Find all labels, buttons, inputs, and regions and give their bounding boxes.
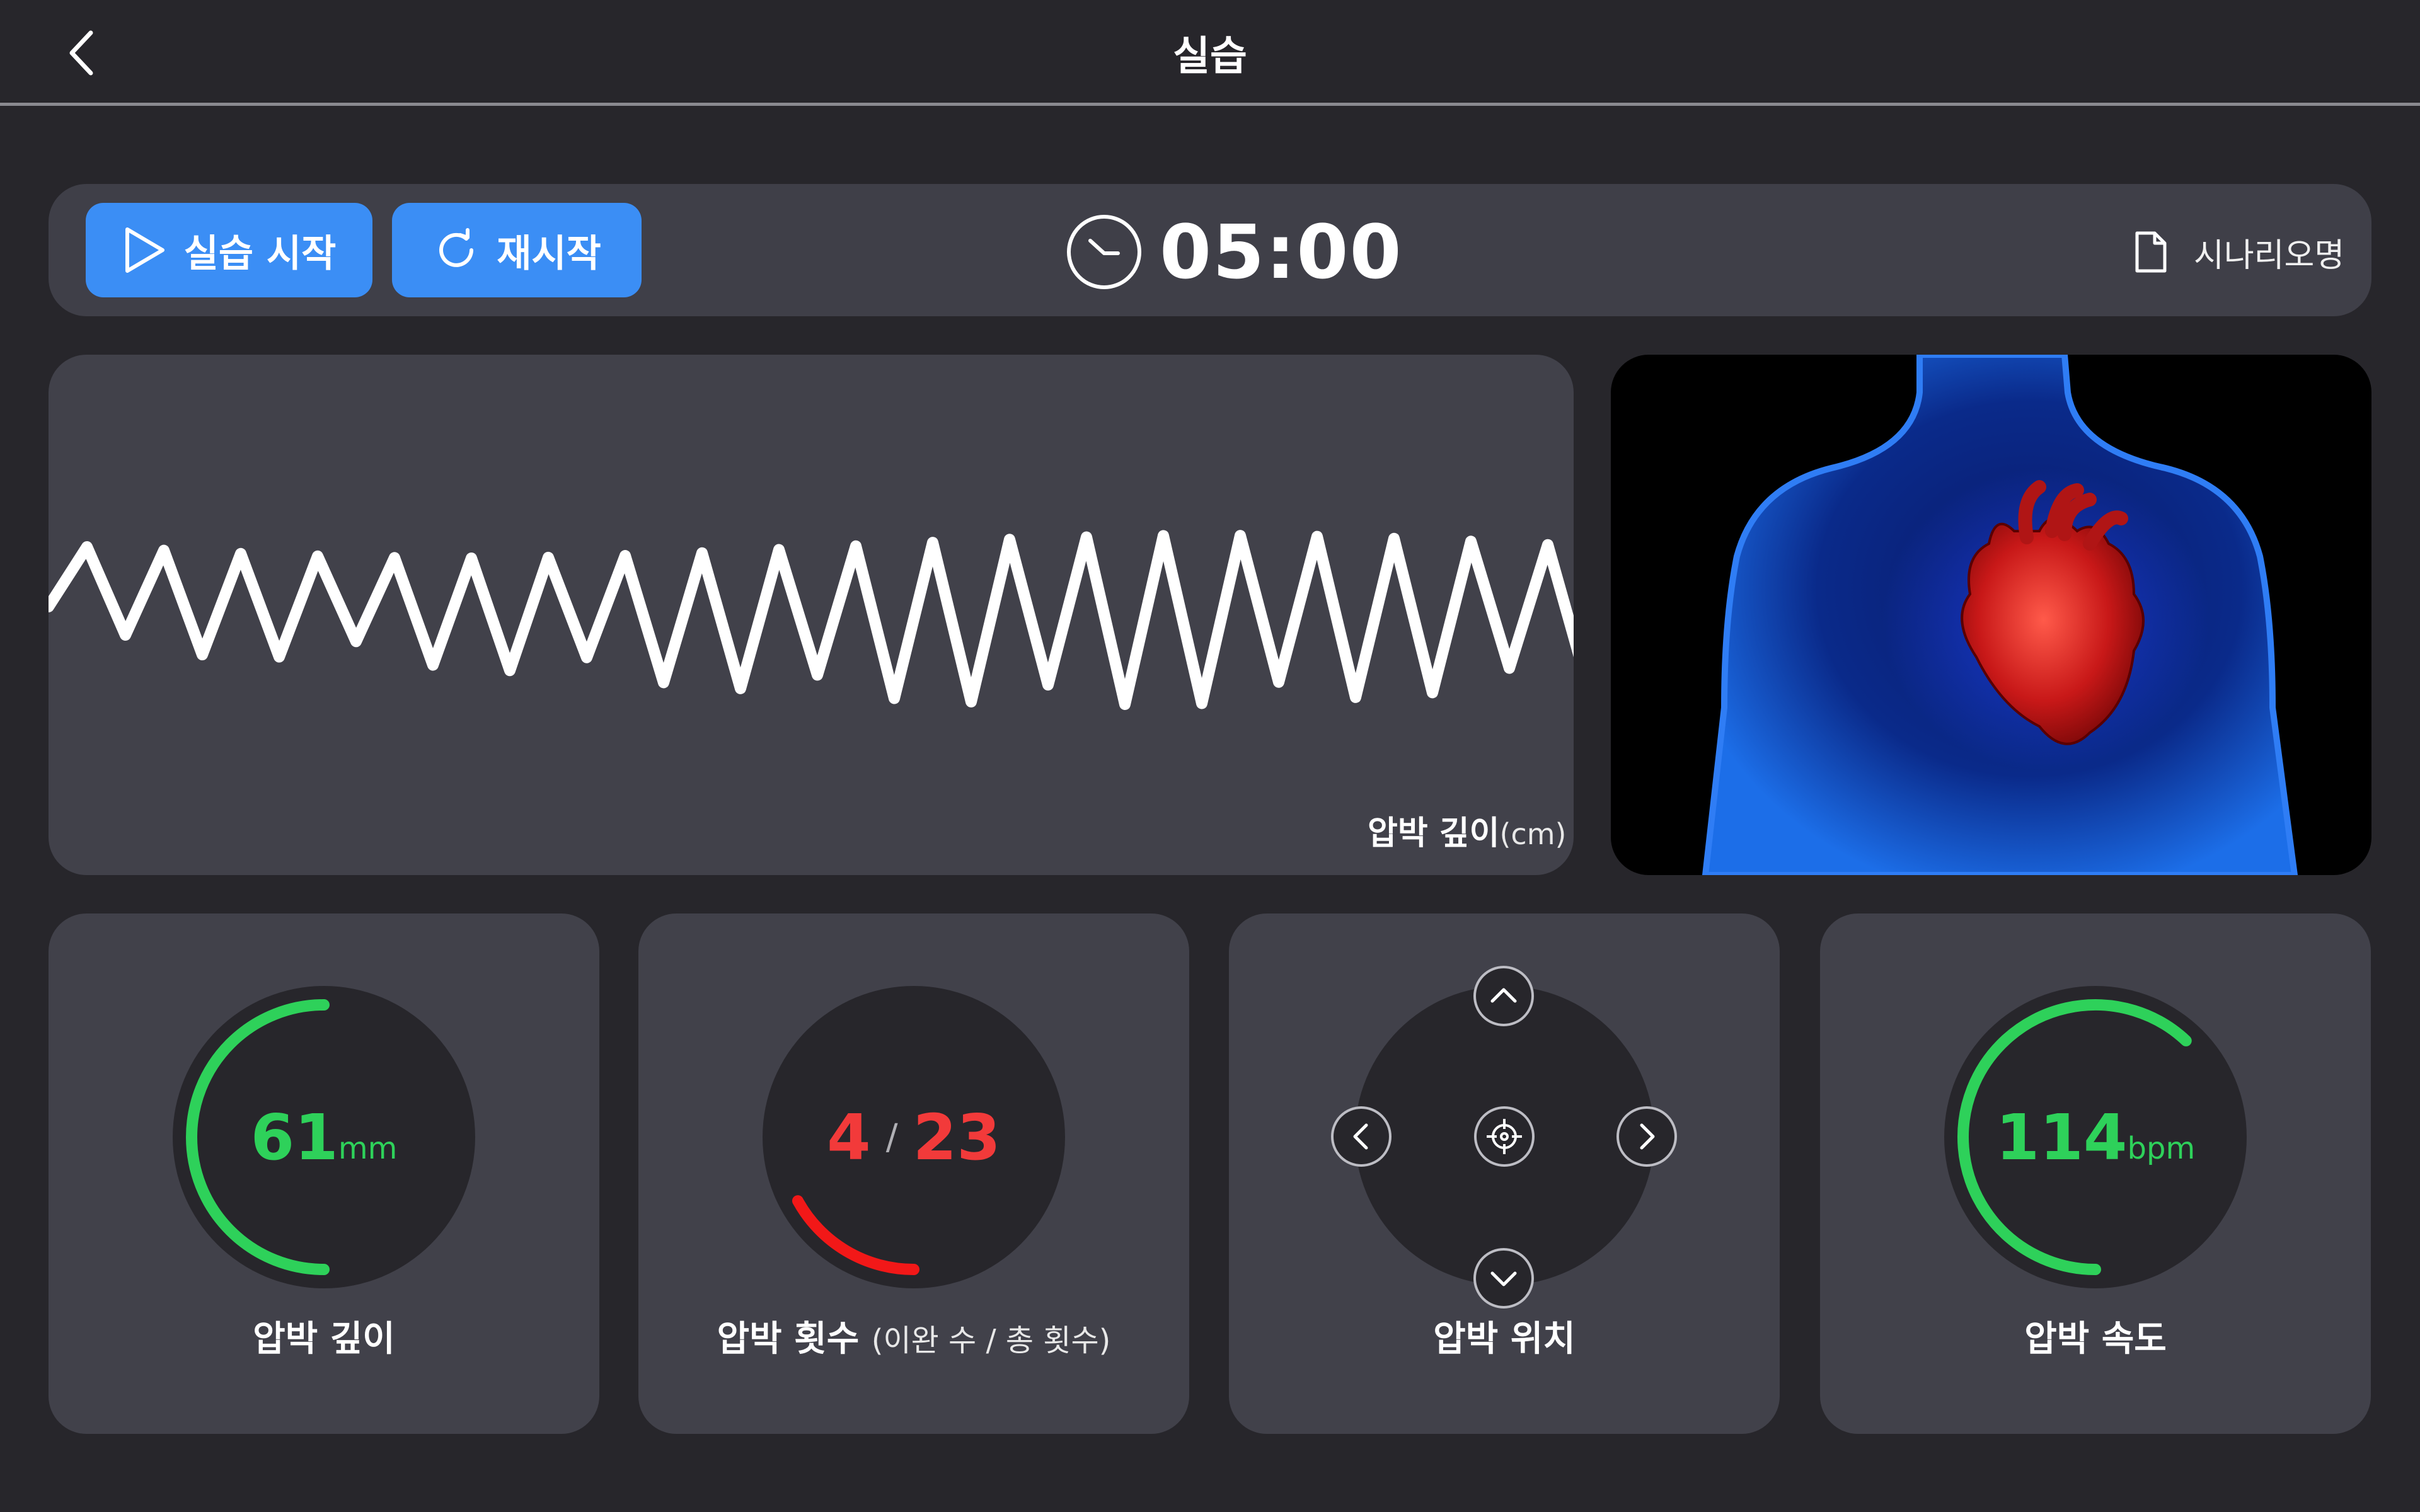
count-value-box: 4 / 23	[763, 986, 1065, 1288]
speed-card: 114 bpm 압박 속도	[1820, 914, 2371, 1434]
speed-value-box: 114 bpm	[1944, 986, 2247, 1288]
page-title: 실습	[1173, 33, 1247, 80]
depth-unit: mm	[338, 1131, 398, 1166]
waveform-unit: (cm)	[1499, 817, 1567, 851]
count-total: 23	[913, 1100, 1001, 1174]
count-label-row: 압박 횟수 (이완 수 / 총 횟수)	[638, 1310, 1189, 1361]
clock-icon	[1067, 215, 1141, 289]
chevron-up-icon	[1490, 988, 1517, 1003]
depth-value-box: 61 mm	[173, 986, 475, 1288]
scenario-name-label: 시나리오명	[2194, 236, 2345, 275]
count-current: 4	[827, 1100, 871, 1174]
heart-illustration	[1611, 355, 2371, 875]
position-down-button[interactable]	[1473, 1248, 1534, 1309]
count-sublabel: (이완 수 / 총 횟수)	[871, 1323, 1111, 1358]
position-left-button[interactable]	[1331, 1106, 1392, 1167]
depth-card: 61 mm 압박 깊이	[49, 914, 599, 1434]
timer-value: 05:00	[1160, 209, 1403, 295]
torso-heart-image	[1702, 355, 2298, 875]
count-label: 압박 횟수	[717, 1319, 860, 1360]
waveform-label: 압박 깊이(cm)	[1368, 815, 1567, 852]
count-card: 4 / 23 압박 횟수 (이완 수 / 총 횟수)	[638, 914, 1189, 1434]
play-icon	[125, 227, 164, 273]
position-right-button[interactable]	[1616, 1106, 1677, 1167]
chevron-left-icon	[1353, 1123, 1368, 1150]
restart-button[interactable]: 재시작	[392, 203, 642, 297]
chevron-down-icon	[1490, 1271, 1517, 1286]
crosshair-icon	[1487, 1119, 1522, 1154]
chevron-right-icon	[1640, 1123, 1655, 1150]
speed-unit: bpm	[2127, 1131, 2196, 1166]
waveform-panel	[49, 355, 1574, 875]
start-practice-button[interactable]: 실습 시작	[86, 203, 372, 297]
compression-waveform	[49, 530, 1574, 710]
depth-label: 압박 깊이	[253, 1319, 395, 1360]
depth-value: 61	[250, 1100, 338, 1174]
refresh-icon	[439, 228, 474, 267]
speed-value: 114	[1995, 1100, 2128, 1174]
document-icon	[2135, 231, 2167, 273]
position-label: 압박 위치	[1433, 1319, 1576, 1360]
position-card: 압박 위치	[1229, 914, 1780, 1434]
scenario-name-button[interactable]: 시나리오명	[2133, 222, 2344, 282]
count-separator: /	[885, 1116, 898, 1158]
restart-label: 재시작	[497, 231, 601, 276]
position-center-button[interactable]	[1474, 1106, 1535, 1167]
start-practice-label: 실습 시작	[183, 231, 337, 276]
speed-label: 압박 속도	[2024, 1319, 2167, 1360]
timer: 05:00	[1065, 208, 1403, 296]
position-up-button[interactable]	[1473, 966, 1534, 1026]
